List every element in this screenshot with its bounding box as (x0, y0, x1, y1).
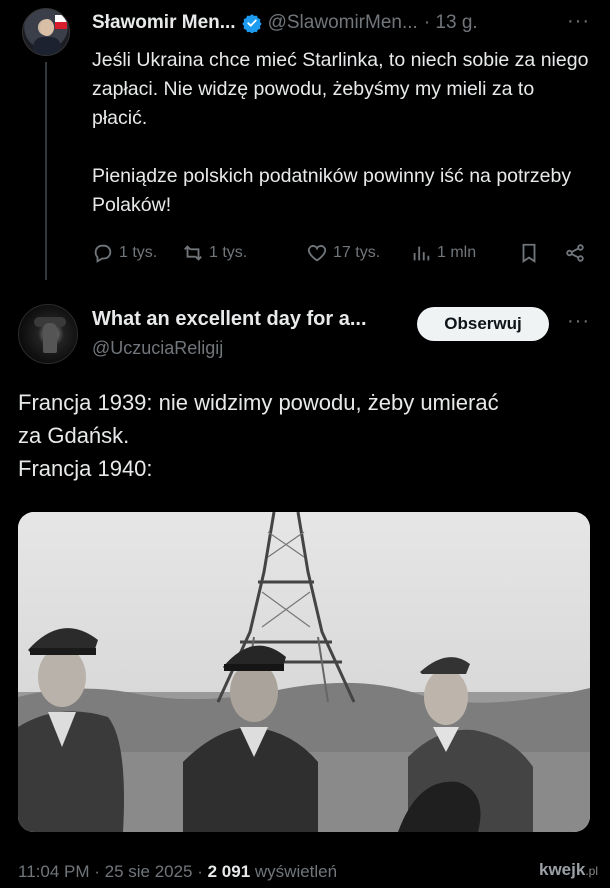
tweet-line: Francja 1939: nie widzimy powodu, żeby u… (18, 390, 499, 415)
views-label: wyświetleń (250, 862, 338, 881)
reply-count: 1 tys. (119, 244, 158, 261)
avatar-figure (43, 323, 57, 353)
views-button[interactable]: 1 mln (410, 242, 476, 264)
tweet-paragraph: Jeśli Ukraina chce mieć Starlinka, to ni… (92, 49, 589, 129)
bookmark-button[interactable] (518, 242, 540, 264)
like-button[interactable]: 17 tys. (306, 242, 380, 264)
follow-button[interactable]: Obserwuj (417, 307, 549, 341)
main-tweet: What an excellent day for a... @UczuciaR… (0, 290, 610, 888)
watermark-suffix: .pl (585, 864, 598, 878)
flag-icon (55, 15, 67, 29)
more-icon[interactable]: ··· (567, 310, 590, 333)
tweet-line: Francja 1940: (18, 456, 153, 481)
repost-count: 1 tys. (209, 244, 248, 261)
author-handle[interactable]: @UczuciaReligij (92, 338, 223, 359)
tweet-text: Francja 1939: nie widzimy powodu, żeby u… (18, 386, 598, 485)
repost-icon (184, 245, 202, 261)
reply-icon (94, 244, 112, 263)
author-avatar[interactable] (18, 304, 78, 364)
tweet-text: Jeśli Ukraina chce mieć Starlinka, to ni… (92, 46, 592, 220)
tweet-line: za Gdańsk. (18, 423, 130, 448)
tweet-timestamp[interactable]: 11:04 PM · 25 sie 2025 · (18, 862, 208, 881)
tweet-paragraph: Pieniądze polskich podatników powinny iś… (92, 165, 572, 216)
eiffel-tower-photo (18, 512, 590, 832)
more-icon[interactable]: ··· (567, 10, 590, 33)
author-avatar[interactable] (22, 8, 70, 56)
watermark-logo: kwejk.pl (539, 860, 598, 880)
author-name[interactable]: Sławomir Men... (92, 12, 236, 34)
author-name[interactable]: What an excellent day for a... (92, 308, 367, 331)
verified-badge-icon (241, 14, 262, 33)
tweet-meta: 11:04 PM · 25 sie 2025 · 2 091 wyświetle… (18, 862, 337, 882)
share-button[interactable] (564, 242, 586, 264)
bookmark-icon (522, 243, 536, 263)
avatar-suit (33, 37, 61, 55)
action-bar: 1 tys. 1 tys. 17 tys. 1 mln (92, 242, 592, 270)
share-icon (566, 244, 584, 262)
like-icon (307, 245, 327, 262)
like-count: 17 tys. (333, 244, 381, 261)
author-handle[interactable]: @SlawomirMen... (268, 12, 418, 34)
watermark-brand: kwejk (539, 860, 586, 879)
views-number: 2 091 (207, 862, 251, 881)
quoted-tweet[interactable]: Sławomir Men... @SlawomirMen... · 13 g. … (0, 0, 610, 290)
repost-button[interactable]: 1 tys. (182, 242, 247, 264)
reply-button[interactable]: 1 tys. (92, 242, 157, 264)
tweet-photo[interactable] (18, 512, 590, 832)
views-count: 1 mln (437, 244, 477, 261)
avatar-face (40, 19, 54, 36)
tweet-time[interactable]: · 13 g. (424, 12, 478, 34)
views-icon (413, 246, 430, 261)
thread-line (45, 62, 47, 280)
tweet-header: Sławomir Men... @SlawomirMen... · 13 g. (92, 12, 478, 34)
